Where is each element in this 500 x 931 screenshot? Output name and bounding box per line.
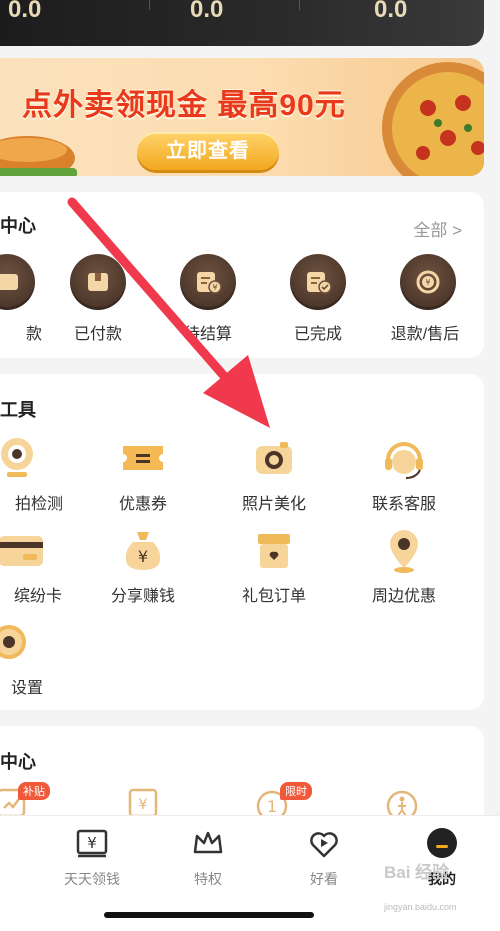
earnings-stats-bar: 0.0 0.0 0.0 [0,0,484,46]
order-tab-unpaid[interactable]: 款 [0,254,42,344]
svg-text:¥: ¥ [139,797,148,813]
package-icon [70,254,126,310]
order-tab-label: 已完成 [293,326,342,343]
tool-label: 分享赚钱 [110,588,175,605]
order-tab-label: 退款/售后 [390,326,460,343]
tab-label: 天天领钱 [64,871,120,887]
tool-label: 拍检测 [14,496,63,513]
tool-photo-beautify[interactable]: 照片美化 [219,434,329,514]
stat-value-3[interactable]: 0.0 [374,0,407,24]
view-all-orders-link[interactable]: 全部 > [413,216,462,241]
view-now-button[interactable]: 立即查看 [137,132,279,170]
tool-label: 礼包订单 [241,588,306,605]
bill-check-icon [290,254,346,310]
svg-text:¥: ¥ [425,278,430,287]
gift-box-icon [250,526,298,574]
money-bag-icon: ¥ [119,526,167,574]
order-center-card: 中心 全部 > 款 已付款 ¥ 待结算 已完成 ¥ 退款/售后 [0,192,484,358]
card-icon [0,526,45,574]
benefits-center-title: 中心 [0,752,36,772]
tool-label: 缤纷卡 [13,588,62,605]
crown-icon [193,831,223,854]
profile-icon [427,828,457,858]
benefits-center-card: 中心 补贴 ¥ 1 限时 [0,726,484,826]
coupon-icon [119,434,167,482]
tab-daily-money[interactable]: ¥ 天天领钱 [52,826,132,889]
gear-icon [0,618,33,666]
order-tab-label: 待结算 [183,326,232,343]
yen-ticket-icon: ¥ [76,829,108,858]
wallet-icon [0,254,35,310]
tab-label: 好看 [310,871,338,887]
tool-colorful-card[interactable]: 缤纷卡 [0,526,76,606]
tool-customer-service[interactable]: 联系客服 [349,434,459,514]
tool-settings[interactable]: 设置 [0,618,64,698]
watermark-logo: Bai 经验 [384,863,450,882]
stat-divider [149,0,150,10]
order-tab-pending-settlement[interactable]: ¥ 待结算 [173,254,243,344]
svg-text:¥: ¥ [87,834,97,852]
tab-privileges[interactable]: 特权 [168,826,248,889]
tool-nearby-deals[interactable]: 周边优惠 [349,526,459,606]
tab-label: 特权 [194,871,222,887]
stat-value-1[interactable]: 0.0 [8,0,41,24]
refund-icon: ¥ [400,254,456,310]
tool-label: 优惠券 [118,496,167,513]
bill-yen-icon: ¥ [180,254,236,310]
svg-text:1: 1 [267,797,277,816]
tools-card: 工具 拍检测 优惠券 照片美化 联系客服 缤纷卡 ¥ 分享赚钱 礼包订单 周边优… [0,374,484,710]
stat-divider [299,0,300,10]
order-tab-paid[interactable]: 已付款 [63,254,133,344]
headset-icon [380,434,428,482]
webcam-icon [0,434,41,482]
camera-icon [250,434,298,482]
order-tab-completed[interactable]: 已完成 [283,254,353,344]
order-tab-label: 已付款 [73,326,122,343]
tool-photo-check[interactable]: 拍检测 [0,434,72,514]
tool-coupons[interactable]: 优惠券 [88,434,198,514]
burger-image [0,136,77,176]
pizza-image [382,62,484,176]
tool-gift-orders[interactable]: 礼包订单 [219,526,329,606]
order-tab-refund[interactable]: ¥ 退款/售后 [391,254,463,344]
tool-label: 设置 [10,680,43,697]
watermark-url: jingyan.baidu.com [384,902,457,912]
play-heart-icon [310,832,338,858]
svg-text:¥: ¥ [212,283,217,292]
tool-label: 周边优惠 [371,588,436,605]
banner-title: 点外卖领现金 最高90元 [22,89,346,122]
tool-label: 联系客服 [371,496,436,513]
order-tab-label: 款 [25,326,42,343]
limited-time-badge: 限时 [280,782,312,800]
tools-title: 工具 [0,400,36,420]
takeout-promo-banner[interactable]: 点外卖领现金 最高90元 立即查看 [0,58,484,176]
order-center-title: 中心 [0,216,36,236]
yen-card-icon[interactable]: ¥ [128,788,158,818]
tool-share-earn[interactable]: ¥ 分享赚钱 [88,526,198,606]
stat-value-2[interactable]: 0.0 [190,0,223,24]
tab-good-looks[interactable]: 好看 [284,826,364,889]
location-pin-icon [380,526,428,574]
tool-label: 照片美化 [241,496,306,513]
home-indicator [104,912,314,918]
subsidy-badge: 补贴 [18,782,50,800]
svg-text:¥: ¥ [138,547,148,566]
